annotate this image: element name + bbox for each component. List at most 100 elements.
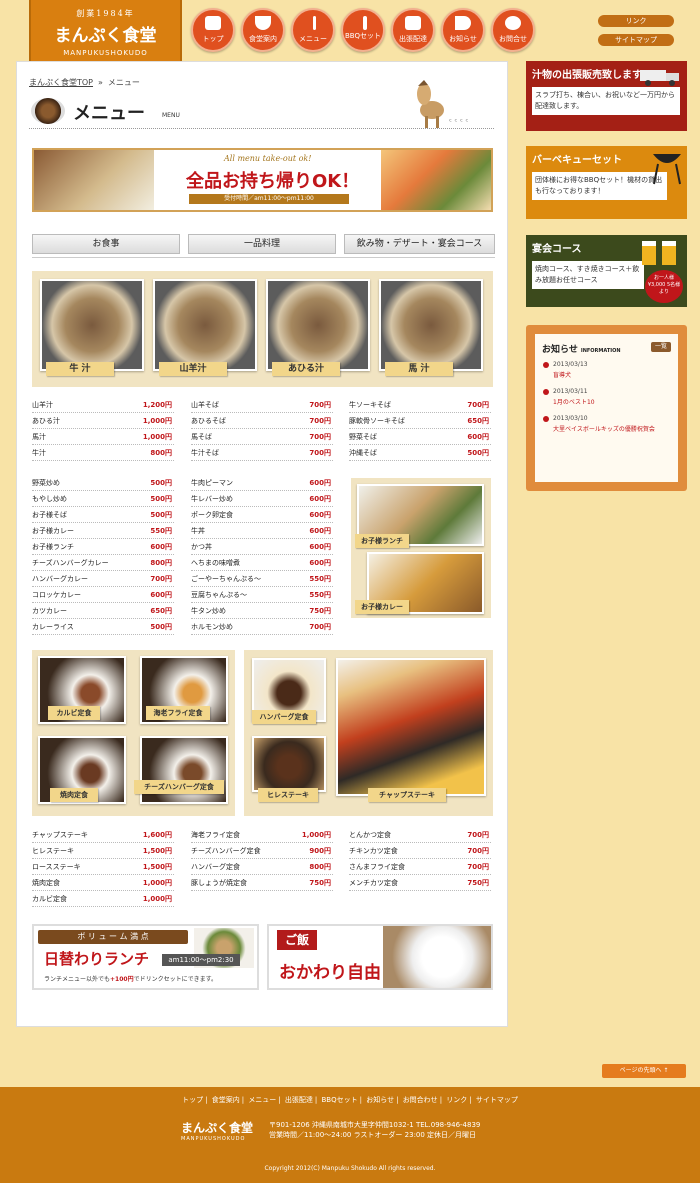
nav-bbq-label: BBQセット [344, 32, 382, 40]
menu-row: ヒレステーキ 1,500円 [32, 843, 174, 859]
news-link[interactable]: 大里ベイスボールキッズの優勝祝賀会 [553, 425, 673, 435]
nav-top[interactable]: トップ [191, 8, 235, 52]
menu-item-price: 550円 [150, 527, 172, 535]
menu-item-price: 500円 [150, 479, 172, 487]
bbq-grill-icon [653, 154, 681, 185]
promo-title: 日替わりランチ [44, 950, 150, 968]
menu-item-price: 700円 [467, 863, 489, 871]
footer-link[interactable]: メニュー [248, 1096, 276, 1104]
menu-row: ポーク卵定食 600円 [191, 507, 333, 523]
menu-item-name: 焼肉定食 [32, 879, 60, 887]
bbq-set-banner[interactable]: バーベキューセット 団体様にお得なBBQセット！機材の貸出も行なっております！ [526, 146, 687, 219]
news-link[interactable]: 1月のベスト10 [553, 398, 673, 408]
menu-row: 牛汁そば 700円 [191, 445, 333, 461]
menu-row: ホルモン炒め 700円 [191, 619, 333, 635]
set-label: カルビ定食 [48, 706, 100, 720]
banquet-course-banner[interactable]: 宴会コース 焼肉コース、すき焼きコース＋飲み放題お任せコース お一人様¥3,00… [526, 235, 687, 307]
menu-row: 豆腐ちゃんぷる～ 550円 [191, 587, 333, 603]
footer-link[interactable]: お知らせ [366, 1096, 394, 1104]
menu-row: メンチカツ定食 750円 [349, 875, 491, 891]
set-label: チーズハンバーグ定食 [134, 780, 224, 794]
menu-row: 焼肉定食 1,000円 [32, 875, 174, 891]
page-top-button[interactable]: ページの先頭へ ↑ [602, 1064, 686, 1078]
set-label: 焼肉定食 [50, 788, 98, 802]
set-label: 海老フライ定食 [146, 706, 210, 720]
menu-item-price: 750円 [309, 879, 331, 887]
menu-item-name: ハンバーグ定食 [191, 863, 240, 871]
megaphone-icon [455, 16, 471, 30]
menu-item-name: カルビ定食 [32, 895, 67, 903]
duck-soup-photo [266, 279, 370, 371]
site-logo[interactable]: 創業1984年 まんぷく食堂 MANPUKUSHOKUDO [29, 0, 182, 68]
menu-item-name: カツカレー [32, 607, 67, 615]
menu-item-name: 馬汁 [32, 433, 46, 441]
menu-item-name: 山羊汁 [32, 401, 53, 409]
menu-item-price: 1,000円 [301, 831, 331, 839]
menu-item-name: コロッケカレー [32, 591, 81, 599]
menu-row: お子様ランチ 600円 [32, 539, 174, 555]
promo-note-price: +100円 [110, 976, 134, 983]
menu-item-price: 700円 [309, 417, 331, 425]
logo-name: まんぷく食堂 [54, 26, 157, 46]
news-heading: お知らせ INFORMATION [542, 342, 621, 355]
menu-item-price: 500円 [467, 449, 489, 457]
menu-row: 豚軟骨ソーキそば 650円 [349, 413, 491, 429]
set-label: チャップステーキ [368, 788, 446, 802]
menu-row: 牛丼 600円 [191, 523, 333, 539]
nav-menu[interactable]: メニュー [291, 8, 335, 52]
promo-note-c: でドリンクセットにできます。 [133, 976, 217, 983]
footer-link[interactable]: リンク [446, 1096, 467, 1104]
footer-link[interactable]: 出張配達 [285, 1096, 313, 1104]
news-more-button[interactable]: 一覧 [651, 342, 671, 352]
catering-text: スラブ打ち、棟合い、お祝いなど一万円から配達致します。 [532, 87, 680, 115]
footer-link[interactable]: サイトマップ [476, 1096, 518, 1104]
site-footer: トップ | 食堂案内 | メニュー | 出張配達 | BBQセット | お知らせ | お問合… [0, 1087, 700, 1183]
menu-tabs: お食事 一品料理 飲み物・デザート・宴会コース [32, 234, 495, 258]
tab-drinks-dessert-banquet[interactable]: 飲み物・デザート・宴会コース [344, 234, 495, 254]
daily-lunch-promo[interactable]: ボ リ ュ ー ム 満 点 日替わりランチ am11:00～pm2:30 ランチ… [32, 924, 259, 990]
footer-hours-line: 営業時間／11:00～24:00 ラストオーダー 23:00 定休日／月曜日 [269, 1131, 477, 1139]
footer-link[interactable]: 食堂案内 [212, 1096, 240, 1104]
menu-row: さんまフライ定食 700円 [349, 859, 491, 875]
nav-bbq[interactable]: BBQセット [341, 8, 385, 52]
menu-column: 牛肉ピーマン 600円 牛レバー炒め 600円 ポーク卵定食 600円 牛丼 600円 … [191, 475, 333, 635]
news-link[interactable]: 盲導犬 [553, 371, 673, 381]
menu-row: カツカレー 650円 [32, 603, 174, 619]
menu-item-price: 1,000円 [142, 879, 172, 887]
chopsticks-icon [313, 16, 316, 30]
set-meal-gallery-left: カルビ定食 海老フライ定食 焼肉定食 チーズハンバーグ定食 [32, 650, 235, 816]
footer-link[interactable]: お問合わせ [403, 1096, 438, 1104]
menu-item-price: 1,000円 [142, 433, 172, 441]
menu-row: 馬そば 700円 [191, 429, 333, 445]
nav-news[interactable]: お知らせ [441, 8, 485, 52]
menu-item-name: 豚軟骨ソーキそば [349, 417, 405, 425]
footer-link[interactable]: BBQセット [322, 1096, 358, 1104]
footer-logo-name: まんぷく食堂 [181, 1121, 254, 1135]
nav-delivery[interactable]: 出張配達 [391, 8, 435, 52]
catering-banner[interactable]: 汁物の出張販売致します スラブ打ち、棟合い、お祝いなど一万円から配達致します。 [526, 61, 687, 131]
tab-meals[interactable]: お食事 [32, 234, 180, 254]
tab-a-la-carte[interactable]: 一品料理 [188, 234, 336, 254]
breadcrumb-home-link[interactable]: まんぷく食堂TOP [29, 78, 93, 87]
price-badge: お一人様¥3,000 5名様より [645, 270, 683, 303]
page-title: メニュー [73, 103, 145, 124]
link-button[interactable]: リンク [598, 15, 674, 27]
nav-contact[interactable]: お問合せ [491, 8, 535, 52]
footer-link[interactable]: トップ [182, 1096, 203, 1104]
menu-item-name: 山羊そば [191, 401, 219, 409]
sitemap-button[interactable]: サイトマップ [598, 34, 674, 46]
menu-item-name: 牛タン炒め [191, 607, 226, 615]
main-content: まんぷく食堂TOP » メニュー メニュー MENU ᶜ ᶜ ᶜ ᶜ All men… [16, 61, 508, 1027]
footer-logo-roman: MANPUKUSHOKUDO [181, 1136, 246, 1142]
menu-row: チキンカツ定食 700円 [349, 843, 491, 859]
breadcrumb-current: メニュー [107, 78, 140, 87]
menu-item-price: 800円 [150, 559, 172, 567]
menu-column: チャップステーキ 1,600円 ヒレステーキ 1,500円 ロースステーキ 1,500… [32, 827, 174, 907]
menu-row: お子様カレー 550円 [32, 523, 174, 539]
menu-item-price: 750円 [467, 879, 489, 887]
rice-refill-promo[interactable]: ご飯 おかわり自由 [267, 924, 493, 990]
nav-about[interactable]: 食堂案内 [241, 8, 285, 52]
takeout-banner: All menu take-out ok! 全品お持ち帰りOK！ 受付時間／am… [32, 148, 493, 212]
menu-item-name: チーズハンバーグカレー [32, 559, 109, 567]
footer-address-line: 〒901-1206 沖縄県南城市大里字仲間1032-1 TEL.098-946-… [269, 1121, 481, 1129]
